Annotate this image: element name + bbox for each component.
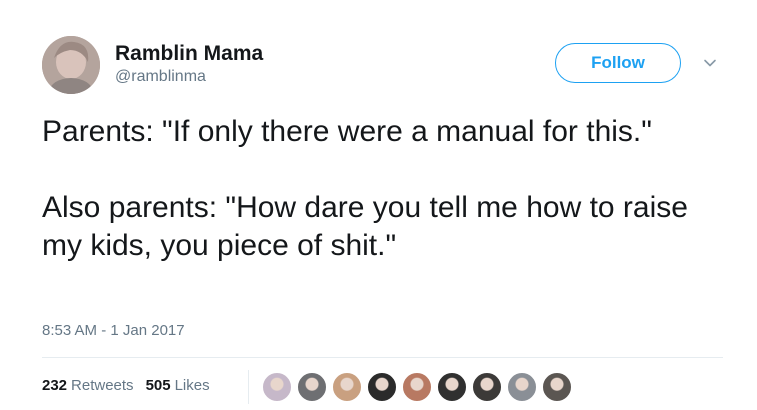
user-handle[interactable]: @ramblinma <box>115 68 206 86</box>
tweet-timestamp[interactable]: 8:53 AM - 1 Jan 2017 <box>42 322 185 339</box>
retweets-label: Retweets <box>71 377 134 394</box>
retweets-stat[interactable]: 232 Retweets <box>42 377 134 394</box>
liker-avatars <box>262 370 577 404</box>
likes-count: 505 <box>145 377 171 394</box>
avatar[interactable] <box>42 36 100 94</box>
tweet-paragraph: Also parents: "How dare you tell me how … <box>42 191 688 262</box>
retweets-count: 232 <box>42 377 68 394</box>
liker-avatar[interactable] <box>507 372 537 402</box>
liker-avatar[interactable] <box>402 372 432 402</box>
tweet-card: Ramblin Mama @ramblinma Follow Parents: … <box>0 0 757 410</box>
likes-label: Likes <box>174 377 210 394</box>
liker-avatar[interactable] <box>262 372 292 402</box>
display-name[interactable]: Ramblin Mama <box>115 42 263 66</box>
stats-separator <box>248 370 249 404</box>
chevron-down-icon[interactable] <box>702 55 718 71</box>
divider <box>42 357 723 358</box>
liker-avatar[interactable] <box>332 372 362 402</box>
likes-stat[interactable]: 505 Likes <box>146 377 210 394</box>
liker-avatar[interactable] <box>472 372 502 402</box>
follow-button[interactable]: Follow <box>555 43 681 83</box>
tweet-text: Parents: "If only there were a manual fo… <box>42 113 732 265</box>
liker-avatar[interactable] <box>297 372 327 402</box>
avatar-photo <box>42 36 100 94</box>
tweet-stats: 232 Retweets 505 Likes <box>42 377 222 394</box>
liker-avatar[interactable] <box>437 372 467 402</box>
tweet-paragraph: Parents: "If only there were a manual fo… <box>42 115 652 148</box>
liker-avatar[interactable] <box>542 372 572 402</box>
liker-avatar[interactable] <box>367 372 397 402</box>
